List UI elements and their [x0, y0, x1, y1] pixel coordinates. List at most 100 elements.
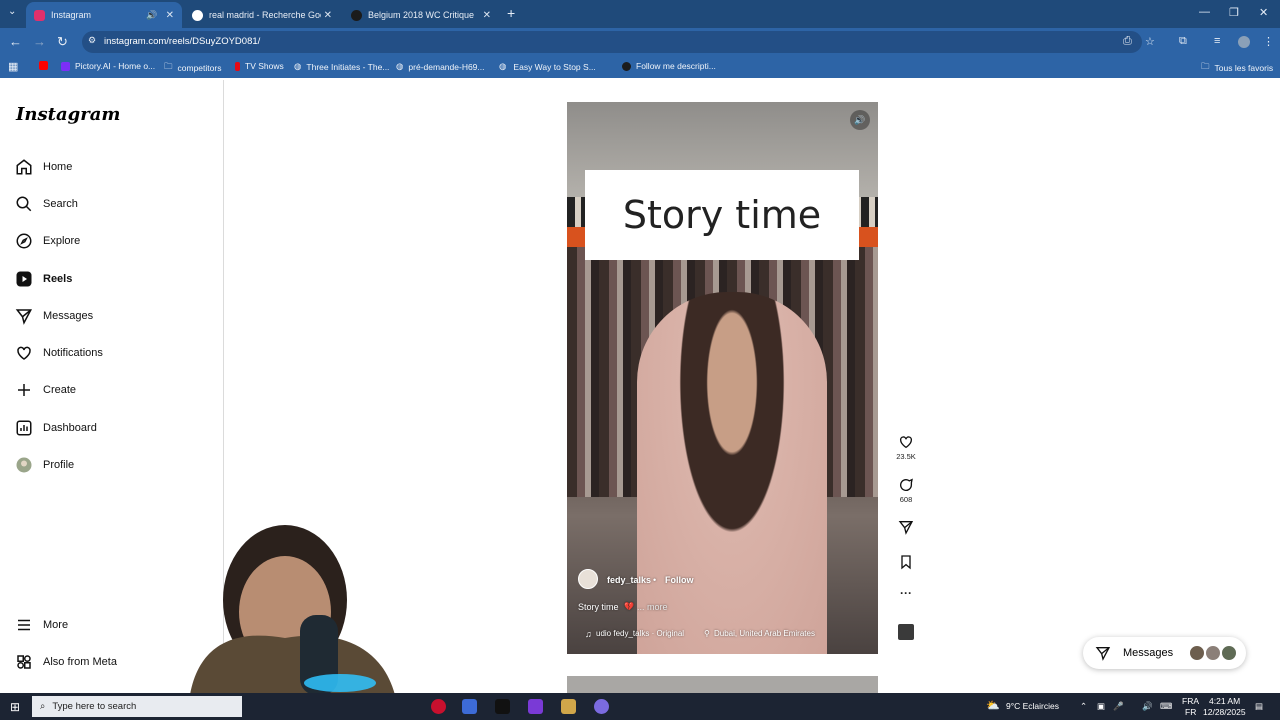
bookmark-pre-demande[interactable]: ◍ pré-demande-H69...: [396, 61, 485, 72]
all-bookmarks[interactable]: 🗀 Tous les favoris: [1201, 61, 1273, 75]
meta-icon: [17, 655, 31, 669]
menu-kebab-icon[interactable]: ⋮: [1263, 35, 1274, 48]
author-avatar[interactable]: [578, 569, 598, 589]
bookmark-easy-way[interactable]: ◍ Easy Way to Stop S...: [499, 61, 596, 72]
close-tab-icon[interactable]: ✕: [324, 10, 332, 21]
sound-toggle-icon[interactable]: 🔊: [850, 110, 870, 130]
tiktok-icon[interactable]: [495, 699, 510, 714]
reel-video[interactable]: Story time 🔊 fedy_talks • Follow Story t…: [567, 102, 878, 654]
instagram-page: Instagram Home Search Explore Reels Mess…: [0, 80, 1280, 696]
share-button[interactable]: [895, 519, 917, 537]
messages-dock[interactable]: Messages: [1083, 637, 1246, 669]
opera-icon[interactable]: [431, 699, 446, 714]
plus-icon: [18, 384, 30, 396]
close-tab-icon[interactable]: ✕: [483, 10, 491, 21]
weather-text[interactable]: 9°C Eclaircies: [1006, 701, 1059, 711]
sidebar-item-label: Notifications: [43, 347, 103, 359]
sidebar-item-home[interactable]: Home: [15, 158, 72, 176]
author-username[interactable]: fedy_talks: [607, 575, 651, 585]
windows-start-icon[interactable]: ⊞: [10, 700, 20, 714]
comment-count: 608: [899, 495, 913, 504]
tab-real-madrid[interactable]: real madrid - Recherche Google ✕: [184, 2, 340, 28]
follow-button[interactable]: Follow: [665, 575, 694, 585]
google-favicon: [192, 9, 203, 21]
media-control-icon[interactable]: ≡: [1214, 35, 1220, 47]
extensions-icon[interactable]: ⧉: [1179, 35, 1187, 48]
bookmark-pictory[interactable]: Pictory.AI - Home o...: [61, 61, 155, 71]
close-window-button[interactable]: ✕: [1259, 6, 1268, 19]
like-button[interactable]: 23.5K: [895, 434, 917, 461]
audio-thumbnail[interactable]: [895, 624, 917, 640]
language-code[interactable]: FRA: [1182, 696, 1199, 706]
network-icon[interactable]: ▣: [1097, 701, 1105, 712]
ellipsis-icon: ···: [900, 586, 912, 600]
instagram-logo[interactable]: Instagram: [16, 104, 120, 125]
also-from-meta-button[interactable]: Also from Meta: [15, 653, 117, 671]
bookmark-star-icon[interactable]: ☆: [1145, 35, 1155, 48]
sidebar-item-label: Search: [43, 198, 78, 210]
sidebar-item-profile[interactable]: Profile: [15, 456, 74, 474]
apps-grid-icon[interactable]: ▦: [8, 60, 18, 73]
audio-track[interactable]: udio fedy_talks · Original: [596, 629, 684, 638]
sidebar-item-dashboard[interactable]: Dashboard: [15, 419, 97, 437]
webcam-overlay: [190, 525, 395, 695]
sidebar-item-notifications[interactable]: Notifications: [15, 344, 103, 362]
tab-search-icon[interactable]: ⌄: [8, 6, 16, 17]
chrome-icon[interactable]: [594, 699, 609, 714]
bookmark-three-initiates[interactable]: ◍ Three Initiates - The...: [294, 61, 389, 72]
close-tab-icon[interactable]: ✕: [166, 10, 174, 21]
tab-instagram[interactable]: Instagram 🔊 ✕: [26, 2, 182, 28]
restore-button[interactable]: ❐: [1229, 6, 1239, 19]
bookmark-label: Tous les favoris: [1214, 63, 1274, 73]
reel-location[interactable]: Dubai, United Arab Emirates: [714, 629, 815, 638]
notifications-icon[interactable]: ▤: [1255, 701, 1263, 712]
microphone-icon[interactable]: 🎤: [1113, 701, 1124, 712]
sidebar-item-create[interactable]: Create: [15, 381, 76, 399]
url-text[interactable]: instagram.com/reels/DSuyZOYD081/: [104, 36, 260, 47]
caption-more-link[interactable]: ... more: [637, 602, 668, 612]
minimize-button[interactable]: —: [1199, 6, 1210, 18]
clock-date[interactable]: 12/28/2025: [1203, 707, 1246, 717]
tab-belgium[interactable]: Belgium 2018 WC Critique ✕: [343, 2, 499, 28]
keyboard-icon[interactable]: ⌨: [1160, 701, 1172, 712]
volume-icon[interactable]: 🔊: [1142, 701, 1153, 712]
sidebar-item-messages[interactable]: Messages: [15, 307, 93, 325]
bookmark-youtube[interactable]: [39, 61, 53, 70]
language-code-2[interactable]: FR: [1185, 707, 1196, 717]
forward-arrow-icon[interactable]: →: [33, 34, 46, 49]
site-info-icon[interactable]: ⚙: [88, 35, 96, 46]
editor-icon[interactable]: [528, 699, 543, 714]
reload-icon[interactable]: ↻: [57, 34, 68, 50]
install-app-icon[interactable]: ⎙: [1123, 35, 1132, 48]
more-options-button[interactable]: ···: [895, 586, 917, 600]
save-button[interactable]: [895, 554, 917, 572]
sidebar-item-explore[interactable]: Explore: [15, 232, 80, 250]
more-menu-button[interactable]: More: [15, 616, 68, 634]
globe-icon: ◍: [499, 61, 507, 71]
more-label: More: [43, 619, 69, 631]
heart-icon: [900, 436, 912, 449]
new-tab-button[interactable]: +: [507, 5, 515, 21]
sidebar-item-label: Explore: [43, 235, 81, 247]
folder-icon: 🗀: [164, 61, 173, 71]
profile-avatar-icon[interactable]: [1238, 36, 1250, 48]
app-icon[interactable]: [462, 699, 477, 714]
like-count: 23.5K: [896, 452, 916, 461]
back-arrow-icon[interactable]: ←: [9, 34, 22, 49]
tray-chevron-icon[interactable]: ⌃: [1080, 701, 1087, 712]
bookmark-follow-me[interactable]: Follow me descripti...: [622, 61, 716, 71]
sidebar-item-search[interactable]: Search: [15, 195, 78, 213]
comment-button[interactable]: 608: [895, 477, 917, 504]
bookmark-tv-shows[interactable]: TV Shows: [235, 61, 284, 71]
app-icon[interactable]: [561, 699, 576, 714]
messages-dock-label: Messages: [1123, 647, 1174, 659]
dashboard-icon: [16, 420, 32, 436]
bookmark-competitors[interactable]: 🗀 competitors: [164, 61, 221, 75]
bookmark-label: pré-demande-H69...: [408, 61, 485, 72]
sidebar-item-label: Reels: [43, 273, 73, 285]
sidebar-item-reels[interactable]: Reels: [15, 270, 72, 288]
clock-time[interactable]: 4:21 AM: [1209, 696, 1240, 706]
taskbar-search[interactable]: ⌕ Type here to search: [32, 696, 242, 717]
address-bar[interactable]: ⚙ instagram.com/reels/DSuyZOYD081/: [82, 31, 1142, 53]
bookmark-label: competitors: [177, 63, 222, 73]
